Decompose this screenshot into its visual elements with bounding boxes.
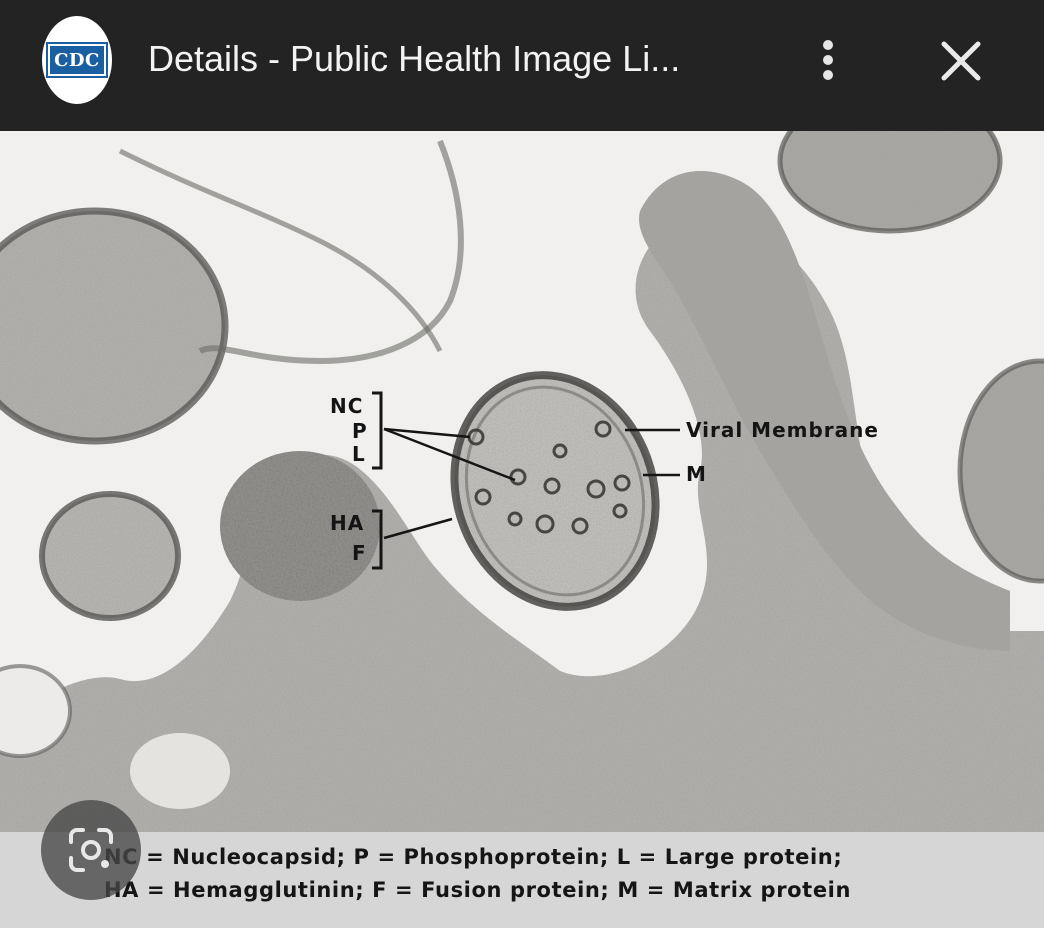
more-vert-icon-dot [823,55,833,65]
more-vert-icon [823,40,833,50]
label-nc: NC [330,394,364,418]
cdc-logo-box: CDC [48,44,106,76]
label-viral-membrane: Viral Membrane [686,418,879,442]
close-button[interactable] [936,36,986,86]
header-bar: CDC Details - Public Health Image Li... [0,0,1044,131]
more-vert-icon-dot [823,70,833,80]
micrograph-svg [0,131,1044,832]
google-lens-icon [69,828,113,872]
label-p: P [352,419,368,443]
more-options-button[interactable] [804,32,852,88]
micrograph-image: NC P L HA F Viral Membrane M [0,131,1044,832]
label-l: L [352,442,366,466]
image-viewer: CDC Details - Public Health Image Li... [0,0,1044,928]
image-caption: NC = Nucleocapsid; P = Phosphoprotein; L… [0,832,1044,928]
label-ha: HA [330,511,365,535]
label-m: M [686,462,707,486]
google-lens-button[interactable] [41,800,141,900]
caption-line-2: HA = Hemagglutinin; F = Fusion protein; … [104,878,852,902]
page-title: Details - Public Health Image Li... [148,38,681,79]
caption-line-1: NC = Nucleocapsid; P = Phosphoprotein; L… [104,845,843,869]
cdc-logo[interactable]: CDC [42,16,112,104]
label-f: F [352,541,367,565]
close-icon [941,41,981,81]
cdc-logo-text: CDC [54,49,100,71]
